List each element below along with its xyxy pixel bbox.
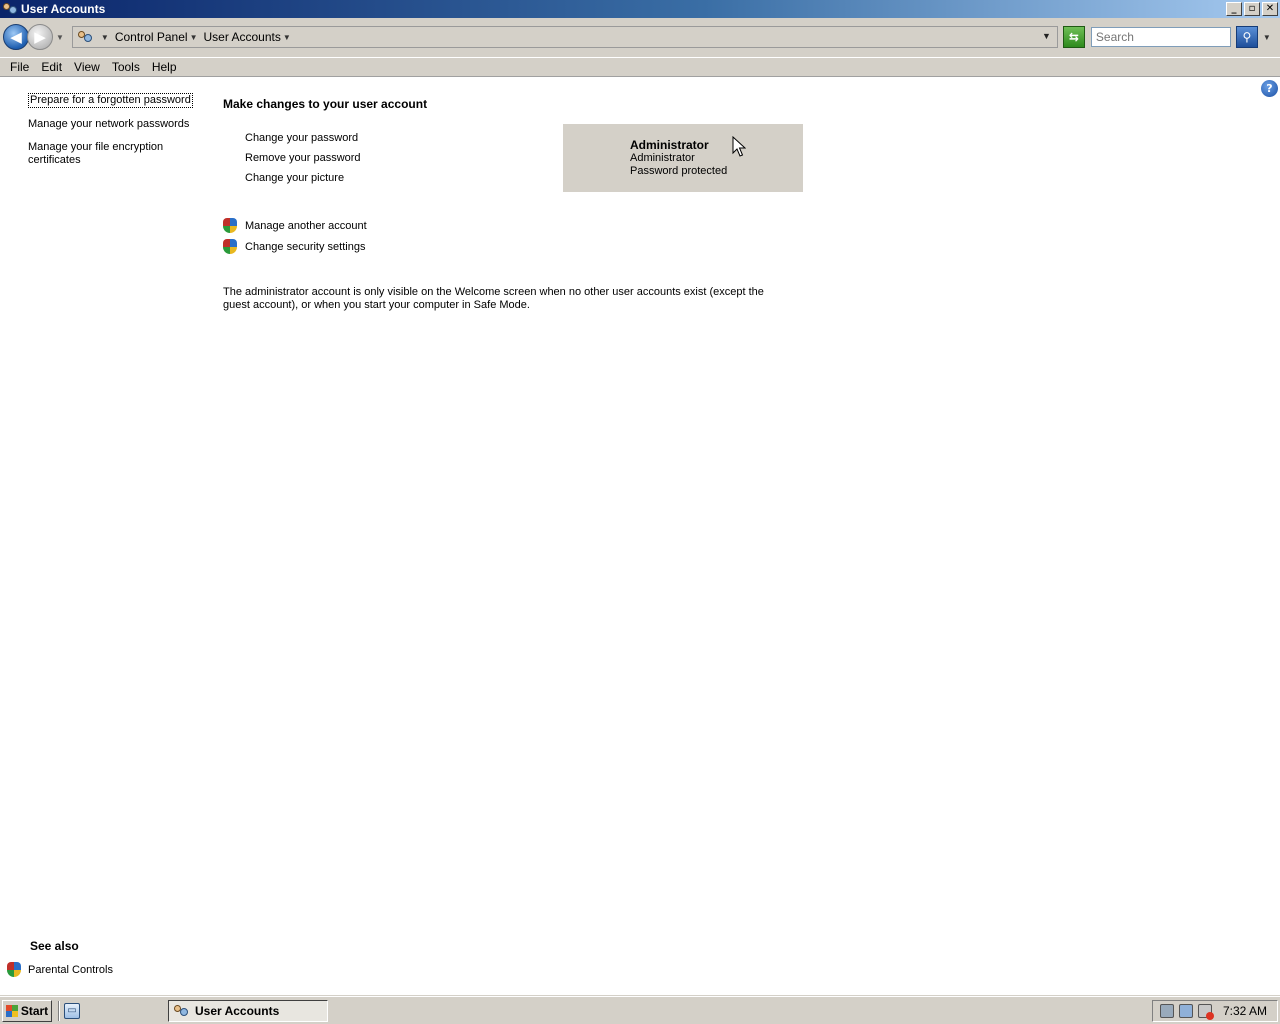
task-file-encryption[interactable]: Manage your file encryption certificates [28,141,198,167]
security-shield-icon [223,239,238,255]
network-icon[interactable] [1178,1004,1193,1018]
user-accounts-icon [2,1,18,17]
search-options-dropdown[interactable]: ▼ [1263,33,1271,42]
menu-file[interactable]: File [4,60,35,74]
mouse-cursor-icon [732,136,746,157]
quick-launch-separator [58,1000,60,1021]
taskbar: Start ▭ User Accounts 7:32 AM [0,996,1280,1024]
refresh-button[interactable]: ⇆ [1062,26,1085,48]
start-label: Start [20,1003,49,1018]
account-status: Password protected [630,165,728,177]
breadcrumb-user-accounts[interactable]: User Accounts [203,30,280,44]
forward-button[interactable]: ▶ [27,24,53,50]
account-name: Administrator [630,138,709,152]
close-button[interactable]: ✕ [1262,2,1278,16]
search-button[interactable]: ⚲ [1235,26,1258,48]
menu-view[interactable]: View [68,60,106,74]
see-also-heading: See also [30,939,79,953]
search-icon: ⚲ [1242,30,1252,44]
address-history-dropdown[interactable]: ▼ [1042,31,1051,41]
breadcrumb-control-panel[interactable]: Control Panel [115,30,188,44]
help-icon[interactable]: ? [1261,80,1278,97]
clock[interactable]: 7:32 AM [1223,1004,1267,1018]
remove-password-link[interactable]: Remove your password [245,151,361,165]
system-tray: 7:32 AM [1152,1000,1278,1022]
taskbar-button-user-accounts[interactable]: User Accounts [168,999,328,1022]
account-card: Administrator Administrator Password pro… [563,124,803,192]
see-also-item[interactable]: Parental Controls [7,962,113,978]
account-actions: Change your password Remove your passwor… [245,131,361,191]
title-bar: User Accounts _ ▫ ✕ [0,0,1280,18]
chevron-down-icon[interactable]: ▼ [190,33,198,42]
arrow-right-icon: ▶ [34,29,46,46]
task-pane: Prepare for a forgotten password Manage … [28,93,198,177]
chevron-down-icon[interactable]: ▼ [283,33,291,42]
search-input[interactable] [1090,27,1231,47]
taskbar-button-label: User Accounts [195,1003,280,1018]
address-bar[interactable]: ▼ Control Panel ▼ User Accounts ▼ ▼ [71,26,1058,48]
window-controls: _ ▫ ✕ [1226,2,1278,16]
menu-help[interactable]: Help [146,60,183,74]
windows-logo-icon [5,1004,18,1017]
user-accounts-icon [77,29,93,45]
user-accounts-icon [173,1003,189,1019]
menu-edit[interactable]: Edit [35,60,68,74]
page-title: Make changes to your user account [223,97,428,111]
chevron-down-icon[interactable]: ▼ [101,33,109,42]
change-picture-link[interactable]: Change your picture [245,171,361,185]
security-shield-icon [223,218,238,234]
manage-another-account-row[interactable]: Manage another account [223,218,367,234]
change-password-link[interactable]: Change your password [245,131,361,145]
menu-tools[interactable]: Tools [106,60,146,74]
address-toolbar: ◀ ▶ ▼ ▼ Control Panel ▼ User Accounts ▼ … [0,18,1280,56]
security-shield-icon [7,962,22,978]
account-role: Administrator [630,152,695,164]
minimize-button[interactable]: _ [1226,2,1242,16]
recent-pages-dropdown[interactable]: ▼ [56,33,64,42]
arrow-left-icon: ◀ [10,29,22,46]
security-center-icon[interactable] [1159,1004,1174,1018]
refresh-icon: ⇆ [1068,30,1079,44]
content-pane: ? Prepare for a forgotten password Manag… [0,77,1280,995]
window-title: User Accounts [21,2,106,16]
volume-muted-icon[interactable] [1197,1004,1214,1020]
show-desktop-icon[interactable]: ▭ [64,1002,80,1019]
parental-controls-link[interactable]: Parental Controls [28,964,113,976]
change-security-settings-row[interactable]: Change security settings [223,239,367,255]
admin-visibility-note: The administrator account is only visibl… [223,286,764,311]
task-forgotten-password[interactable]: Prepare for a forgotten password [28,93,193,108]
admin-links: Manage another account Change security s… [223,218,367,261]
task-network-passwords[interactable]: Manage your network passwords [28,118,198,131]
menu-bar: File Edit View Tools Help [0,57,1280,77]
back-button[interactable]: ◀ [3,24,29,50]
maximize-button[interactable]: ▫ [1244,2,1260,16]
manage-another-account-link[interactable]: Manage another account [245,220,367,232]
change-security-settings-link[interactable]: Change security settings [245,241,365,253]
start-button[interactable]: Start [2,999,52,1022]
